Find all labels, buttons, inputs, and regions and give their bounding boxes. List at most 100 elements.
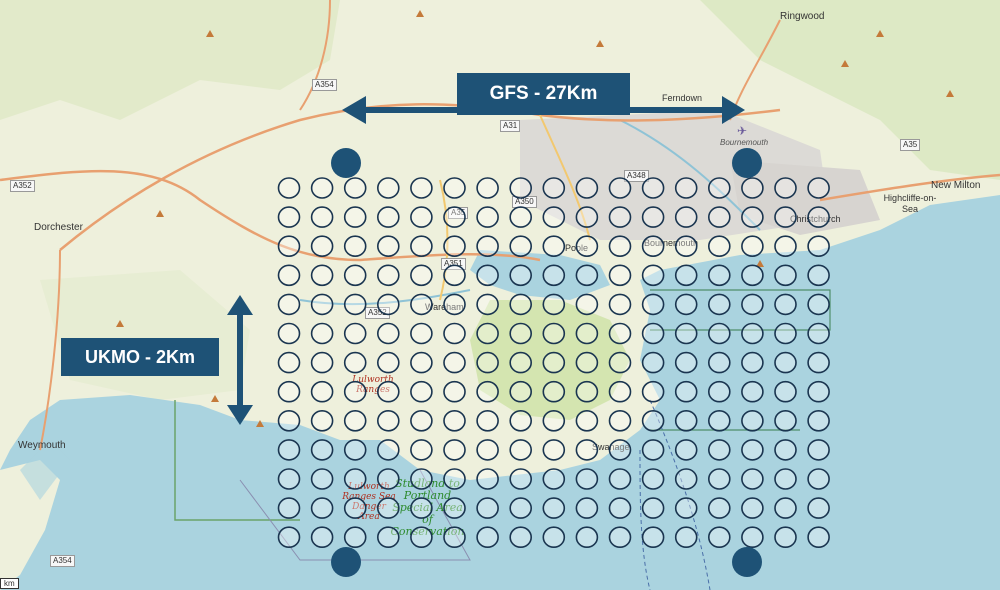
ukmo-grid-point	[608, 293, 632, 316]
ukmo-grid-point	[807, 439, 830, 461]
ukmo-grid-point	[575, 439, 599, 461]
ukmo-grid-point	[509, 293, 533, 316]
ukmo-grid-point	[542, 235, 566, 257]
gfs-grid-point	[331, 148, 361, 178]
ukmo-grid-point	[542, 497, 566, 519]
ukmo-grid-point	[575, 468, 599, 490]
ukmo-grid-point	[376, 293, 400, 316]
ukmo-grid-point	[310, 322, 334, 345]
ukmo-grid-point	[376, 526, 400, 549]
ukmo-resolution-arrow	[227, 295, 253, 425]
ukmo-grid-point	[641, 468, 665, 490]
ukmo-grid-point	[674, 526, 698, 549]
ukmo-grid-point	[277, 322, 301, 345]
ukmo-grid-point	[410, 409, 433, 432]
ukmo-grid-point	[674, 322, 698, 345]
ukmo-grid-point	[343, 351, 367, 374]
ukmo-grid-point	[509, 380, 533, 403]
ukmo-grid-point	[774, 264, 797, 287]
ukmo-grid-point	[310, 351, 334, 374]
ukmo-grid-point	[410, 322, 433, 345]
ukmo-grid-point	[774, 293, 797, 316]
ukmo-grid-point	[641, 497, 665, 519]
ukmo-grid-point	[376, 177, 400, 199]
ukmo-grid-point	[277, 439, 301, 461]
ukmo-grid-point	[608, 235, 632, 257]
ukmo-grid-point	[343, 206, 367, 228]
ukmo-grid-point	[310, 293, 334, 316]
ukmo-grid-point	[343, 409, 367, 432]
ukmo-grid-point	[410, 206, 433, 228]
ukmo-grid-point	[509, 206, 533, 228]
ukmo-grid-point	[741, 439, 764, 461]
ukmo-grid-point	[774, 206, 797, 228]
ukmo-grid-point	[509, 526, 533, 549]
ukmo-grid-point	[641, 177, 665, 199]
ukmo-grid-point	[509, 439, 533, 461]
ukmo-grid-point	[575, 235, 599, 257]
ukmo-grid-point	[443, 409, 466, 432]
ukmo-grid-point	[807, 235, 830, 257]
ukmo-grid-point	[807, 380, 830, 403]
ukmo-grid-point	[310, 380, 334, 403]
ukmo-grid-point	[774, 526, 797, 549]
ukmo-grid-point	[608, 322, 632, 345]
ukmo-grid-point	[410, 177, 433, 199]
ukmo-grid-point	[310, 409, 334, 432]
ukmo-grid-point	[277, 235, 301, 257]
ukmo-grid-point	[443, 497, 466, 519]
ukmo-grid-point	[608, 439, 632, 461]
ukmo-grid-point	[310, 264, 334, 287]
ukmo-grid-point	[443, 380, 466, 403]
ukmo-grid-point	[410, 235, 433, 257]
ukmo-grid-point	[277, 380, 301, 403]
ukmo-grid-point	[376, 235, 400, 257]
ukmo-grid-point	[476, 206, 499, 228]
ukmo-grid-point	[376, 380, 400, 403]
ukmo-grid-point	[575, 177, 599, 199]
ukmo-grid-point	[707, 380, 731, 403]
ukmo-grid-point	[575, 526, 599, 549]
ukmo-grid-point	[741, 322, 764, 345]
ukmo-grid-point	[807, 177, 830, 199]
ukmo-grid-point	[674, 293, 698, 316]
ukmo-grid-point	[277, 293, 301, 316]
ukmo-grid-point	[774, 409, 797, 432]
ukmo-grid-point	[674, 468, 698, 490]
ukmo-grid-point	[641, 526, 665, 549]
ukmo-grid-point	[542, 526, 566, 549]
ukmo-grid-point	[741, 409, 764, 432]
ukmo-grid-point	[509, 468, 533, 490]
gfs-grid-point	[732, 148, 762, 178]
ukmo-grid-point	[674, 439, 698, 461]
ukmo-grid-point	[343, 264, 367, 287]
ukmo-grid-point	[641, 351, 665, 374]
ukmo-grid-point	[575, 409, 599, 432]
ukmo-grid-point	[741, 497, 764, 519]
ukmo-grid-point	[707, 351, 731, 374]
ukmo-grid-point	[641, 409, 665, 432]
ukmo-grid-point	[509, 409, 533, 432]
ukmo-grid-point	[741, 380, 764, 403]
ukmo-grid-point	[277, 177, 301, 199]
ukmo-grid-point	[608, 380, 632, 403]
ukmo-grid-point	[443, 264, 466, 287]
ukmo-grid-point	[277, 468, 301, 490]
ukmo-grid-point	[343, 526, 367, 549]
ukmo-grid-point	[641, 293, 665, 316]
ukmo-grid-point	[476, 264, 499, 287]
ukmo-grid-point	[707, 526, 731, 549]
ukmo-grid-point	[707, 409, 731, 432]
ukmo-grid-point	[443, 235, 466, 257]
ukmo-grid-point	[443, 322, 466, 345]
ukmo-grid-point	[608, 177, 632, 199]
ukmo-grid-point	[774, 177, 797, 199]
ukmo-grid-point	[277, 206, 301, 228]
ukmo-grid-point	[410, 264, 433, 287]
ukmo-grid-point	[807, 293, 830, 316]
ukmo-grid-point	[376, 439, 400, 461]
ukmo-grid-point	[575, 322, 599, 345]
ukmo-grid-point	[476, 468, 499, 490]
ukmo-grid-point	[476, 526, 499, 549]
ukmo-grid-point	[674, 206, 698, 228]
